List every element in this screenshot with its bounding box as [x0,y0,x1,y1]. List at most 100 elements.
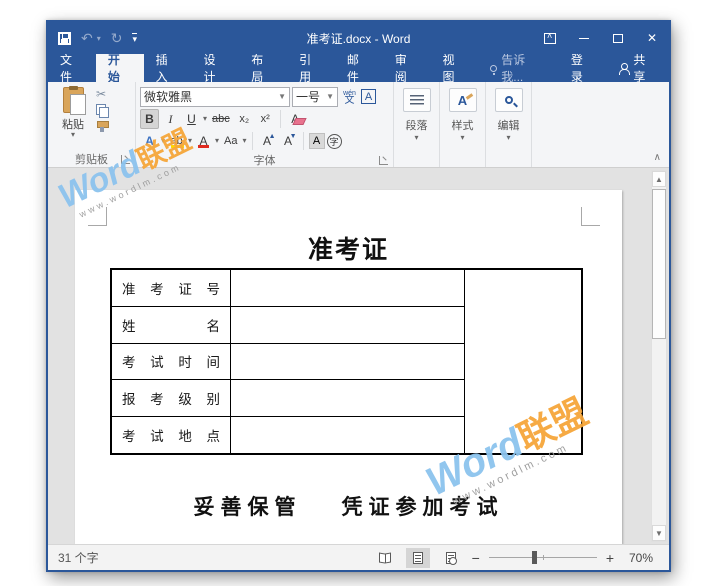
zoom-level[interactable]: 70% [623,551,653,565]
word-window: ↶ ▾ ↻ ▾ 准考证.docx - Word ✕ 文件 开始 插入 设计 布局… [46,20,671,572]
sign-in-button[interactable]: 登录 [559,54,607,82]
close-button[interactable]: ✕ [635,22,669,54]
strikethrough-button[interactable]: abc [209,109,233,129]
change-case-dropdown-icon[interactable]: ▾ [243,138,247,144]
underline-dropdown-icon[interactable]: ▾ [203,116,207,122]
bold-button[interactable]: B [140,109,159,129]
tab-home[interactable]: 开始 [96,54,144,82]
chevron-down-icon: ▼ [278,92,286,101]
styles-group-label: 样式 [452,117,474,133]
admission-ticket-table[interactable]: 准 考 证 号 姓 名 考 试 时 间 报 考 级 别 考 试 地 点 [110,268,583,455]
ribbon-display-options-button[interactable] [533,22,567,54]
table-value-cell[interactable] [231,344,464,381]
zoom-out-button[interactable]: − [472,551,480,565]
table-value-cell[interactable] [231,307,464,344]
paste-dropdown-icon: ▾ [71,132,75,138]
word-count[interactable]: 31 个字 [58,549,99,566]
tab-insert[interactable]: 插入 [144,54,192,82]
tell-me-label: 告诉我... [501,51,547,85]
clear-formatting-button[interactable]: A [286,109,305,129]
title-bar: ↶ ▾ ↻ ▾ 准考证.docx - Word ✕ [48,22,669,54]
minimize-button[interactable] [567,22,601,54]
table-value-cell[interactable] [231,380,464,417]
highlight-button[interactable]: ab [167,131,186,151]
font-name-combo[interactable]: 微软雅黑▼ [140,87,290,107]
font-color-dropdown-icon[interactable]: ▾ [215,138,219,144]
table-row-label[interactable]: 报 考 级 别 [112,380,230,417]
editing-group-button[interactable]: 编辑 ▾ [486,82,532,167]
divider [280,110,281,128]
table-row-label[interactable]: 考 试 时 间 [112,344,230,381]
tab-review[interactable]: 审阅 [383,54,431,82]
zoom-in-button[interactable]: + [606,551,614,565]
editing-group-label: 编辑 [498,117,520,133]
collapse-ribbon-icon[interactable]: ∧ [654,152,661,163]
zoom-slider-handle[interactable] [532,551,537,564]
phonetic-guide-button[interactable]: wén文 [340,87,359,107]
share-button[interactable]: 共享 [607,54,669,82]
row-label-text: 考 试 地 点 [122,425,220,445]
table-label-column: 准 考 证 号 姓 名 考 试 时 间 报 考 级 别 考 试 地 点 [112,270,231,453]
row-label-text: 考 试 时 间 [122,351,220,371]
character-border-button[interactable]: A [361,89,376,104]
table-value-cell[interactable] [231,417,464,453]
save-icon[interactable] [58,32,71,45]
search-icon [505,96,513,104]
undo-icon[interactable]: ↶ [81,31,93,45]
document-page[interactable]: 准考证 准 考 证 号 姓 名 考 试 时 间 报 考 级 别 考 试 地 点 [75,190,622,544]
tab-design[interactable]: 设计 [191,54,239,82]
read-mode-button[interactable] [373,548,397,568]
character-shading-button[interactable]: A [309,133,325,149]
table-photo-cell[interactable] [464,270,581,453]
table-value-cell[interactable] [231,270,464,307]
tell-me-box[interactable]: 告诉我... [478,54,559,82]
clipboard-group: 粘贴 ▾ ✂ 剪贴板 [48,82,136,167]
document-area: 准考证 准 考 证 号 姓 名 考 试 时 间 报 考 级 别 考 试 地 点 [48,168,669,544]
row-label-text: 姓 名 [122,315,220,335]
styles-group-button[interactable]: A 样式 ▾ [440,82,486,167]
font-size-combo[interactable]: 一号▼ [292,87,338,107]
clipboard-dialog-launcher-icon[interactable] [121,155,130,164]
paragraph-group-button[interactable]: 段落 ▾ [394,82,440,167]
subscript-button[interactable]: x₂ [235,109,254,129]
cut-icon[interactable]: ✂ [96,88,108,100]
tab-file[interactable]: 文件 [48,54,96,82]
vertical-scrollbar[interactable]: ▲ ▼ [651,170,667,542]
text-effects-button[interactable]: A [140,131,159,151]
crop-mark-top-right [581,207,600,226]
scroll-down-icon[interactable]: ▼ [652,525,666,541]
grow-font-button[interactable]: A [258,131,277,151]
clipboard-group-label: 剪贴板 [75,151,108,167]
table-row-label[interactable]: 准 考 证 号 [112,270,230,307]
zoom-slider[interactable] [489,557,597,558]
web-layout-button[interactable] [439,548,463,568]
text-effects-dropdown-icon[interactable]: ▾ [161,138,165,144]
italic-button[interactable]: I [161,109,180,129]
font-dialog-launcher-icon[interactable] [379,156,388,165]
undo-dropdown-icon[interactable]: ▾ [97,34,101,43]
tab-layout[interactable]: 布局 [239,54,287,82]
copy-icon[interactable] [96,104,107,116]
print-layout-button[interactable] [406,548,430,568]
redo-icon[interactable]: ↻ [111,31,123,45]
tab-references[interactable]: 引用 [287,54,335,82]
underline-button[interactable]: U [182,109,201,129]
paste-button[interactable]: 粘贴 ▾ [52,85,94,151]
crop-mark-top-left [88,207,107,226]
customize-qat-icon[interactable]: ▾ [132,33,137,43]
tab-mailings[interactable]: 邮件 [335,54,383,82]
shrink-font-button[interactable]: A [279,131,298,151]
scroll-up-icon[interactable]: ▲ [652,171,666,187]
scrollbar-thumb[interactable] [652,189,666,339]
ribbon-display-options-icon [544,33,556,44]
tab-view[interactable]: 视图 [431,54,479,82]
table-row-label[interactable]: 姓 名 [112,307,230,344]
superscript-button[interactable]: x² [256,109,275,129]
highlight-dropdown-icon[interactable]: ▾ [188,138,192,144]
table-row-label[interactable]: 考 试 地 点 [112,417,230,453]
font-color-button[interactable]: A [194,131,213,151]
format-painter-icon[interactable] [96,120,108,132]
change-case-button[interactable]: Aa [221,131,240,151]
maximize-button[interactable] [601,22,635,54]
enclose-characters-button[interactable]: 字 [327,134,342,149]
